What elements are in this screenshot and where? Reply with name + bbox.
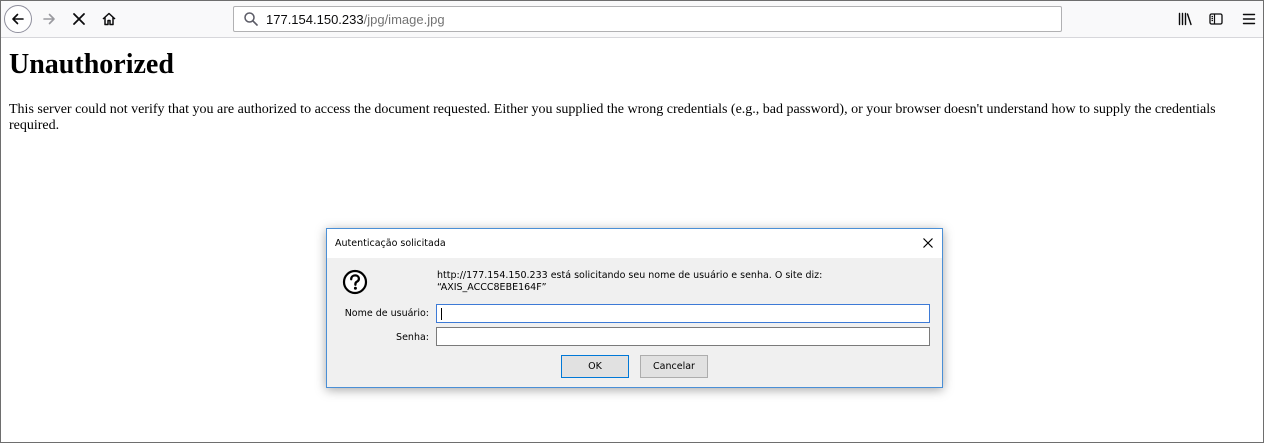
dialog-close-button[interactable] <box>920 235 936 251</box>
close-icon <box>923 238 933 248</box>
text-caret <box>441 308 442 320</box>
home-icon <box>102 12 116 26</box>
back-arrow-icon <box>12 13 24 25</box>
sidebar-icon <box>1209 13 1223 25</box>
library-button[interactable] <box>1173 5 1197 33</box>
hamburger-menu-icon <box>1242 13 1256 25</box>
dialog-message-line2: “AXIS_ACCC8EBE164F” <box>437 282 547 293</box>
search-icon <box>240 8 262 30</box>
dialog-titlebar: Autenticação solicitada <box>327 229 942 258</box>
browser-window: 177.154.150.233/jpg/image.jpg Unauthoriz… <box>0 0 1264 443</box>
question-icon <box>342 269 368 295</box>
menu-button[interactable] <box>1237 5 1261 33</box>
username-field[interactable] <box>436 304 930 323</box>
library-icon <box>1178 12 1192 26</box>
dialog-title: Autenticação solicitada <box>335 238 446 249</box>
dialog-message: http://177.154.150.233 está solicitando … <box>437 270 917 294</box>
forward-button[interactable] <box>37 5 61 33</box>
auth-dialog: Autenticação solicitada http://177.154.1… <box>326 228 943 388</box>
address-bar[interactable]: 177.154.150.233/jpg/image.jpg <box>233 6 1062 32</box>
back-button[interactable] <box>4 5 32 33</box>
sidebar-button[interactable] <box>1204 5 1228 33</box>
password-label: Senha: <box>396 332 429 343</box>
home-button[interactable] <box>97 5 121 33</box>
error-message: This server could not verify that you ar… <box>9 102 1216 133</box>
url-host: 177.154.150.233 <box>266 11 364 27</box>
page-title: Unauthorized <box>9 49 174 80</box>
username-label: Nome de usuário: <box>344 308 429 319</box>
stop-button[interactable] <box>67 5 91 33</box>
url-text: 177.154.150.233/jpg/image.jpg <box>266 12 445 27</box>
navigation-toolbar: 177.154.150.233/jpg/image.jpg <box>1 1 1263 38</box>
cancel-button[interactable]: Cancelar <box>640 355 708 378</box>
close-icon <box>73 13 85 25</box>
forward-arrow-icon <box>43 13 55 25</box>
password-field[interactable] <box>436 327 930 346</box>
dialog-message-line1: http://177.154.150.233 está solicitando … <box>437 270 823 281</box>
url-path: /jpg/image.jpg <box>363 11 445 27</box>
ok-button[interactable]: OK <box>561 355 629 378</box>
